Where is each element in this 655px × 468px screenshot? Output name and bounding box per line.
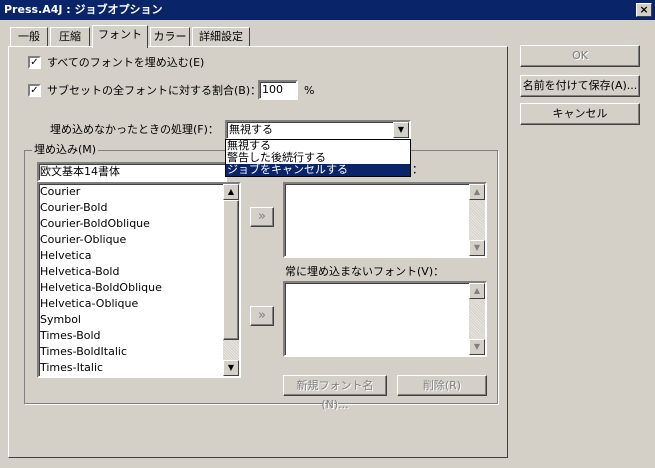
always-embed-list[interactable]: ▲ ▼ — [283, 182, 487, 258]
add-never-embed-button[interactable]: » — [250, 306, 274, 326]
embed-all-checkbox[interactable]: ✓ — [28, 56, 41, 69]
tab-compression[interactable]: 圧縮 — [50, 27, 90, 47]
embed-fail-dropdown: 無視する 警告した後続行する ジョブをキャンセルする — [225, 139, 411, 177]
new-font-name-button[interactable]: 新規フォント名(N)... — [283, 375, 387, 411]
subset-percent-input[interactable]: 100 — [258, 80, 298, 100]
scroll-down-icon[interactable]: ▼ — [469, 240, 485, 256]
font-list-scrollbar[interactable]: ▲ ▼ — [223, 184, 239, 376]
always-embed-scrollbar[interactable]: ▲ ▼ — [469, 184, 485, 256]
dropdown-option-cancel-job[interactable]: ジョブをキャンセルする — [226, 164, 410, 176]
font-set-select[interactable]: 欧文基本14書体 — [37, 162, 227, 182]
cancel-button[interactable]: キャンセル — [520, 103, 640, 125]
list-item[interactable]: Times-Italic — [39, 360, 221, 376]
scroll-up-icon[interactable]: ▲ — [469, 184, 485, 200]
tab-fonts[interactable]: フォント — [92, 25, 148, 48]
subset-checkbox[interactable]: ✓ — [28, 84, 41, 97]
add-always-embed-button[interactable]: » — [250, 207, 274, 227]
list-item[interactable]: Times-Bold — [39, 328, 221, 344]
list-item[interactable]: Helvetica-Oblique — [39, 296, 221, 312]
always-embed-label: ： — [412, 163, 423, 176]
dropdown-arrow-icon[interactable]: ▼ — [393, 122, 409, 138]
list-item[interactable]: Courier-Oblique — [39, 232, 221, 248]
list-item[interactable]: Times-BoldItalic — [39, 344, 221, 360]
delete-button[interactable]: 削除(R) — [397, 375, 487, 396]
list-item[interactable]: Courier — [39, 184, 221, 200]
window-title: Press.A4J : ジョブオプション — [4, 3, 163, 16]
list-item[interactable]: Helvetica-BoldOblique — [39, 280, 221, 296]
ok-button[interactable]: OK — [520, 45, 640, 67]
list-item[interactable]: Symbol — [39, 312, 221, 328]
subset-label: サブセットの全フォントに対する割合(B)： — [47, 84, 262, 97]
scroll-down-icon[interactable]: ▼ — [223, 360, 239, 376]
embed-fail-label: 埋め込めなかったときの処理(F)： — [50, 123, 219, 136]
list-item[interactable]: Helvetica-Bold — [39, 264, 221, 280]
close-button[interactable]: × — [636, 3, 652, 17]
font-list-items: Courier Courier-Bold Courier-BoldOblique… — [39, 184, 221, 376]
embed-group-legend: 埋め込み(M) — [32, 143, 99, 156]
never-embed-scrollbar[interactable]: ▲ ▼ — [469, 283, 485, 355]
list-item[interactable]: Helvetica — [39, 248, 221, 264]
never-embed-list[interactable]: ▲ ▼ — [283, 281, 487, 357]
tab-advanced[interactable]: 詳細設定 — [192, 27, 250, 47]
tab-general[interactable]: 一般 — [10, 27, 48, 47]
embed-fail-select[interactable]: 無視する ▼ — [225, 120, 411, 140]
scroll-up-icon[interactable]: ▲ — [469, 283, 485, 299]
scroll-thumb[interactable] — [223, 200, 239, 340]
tab-color[interactable]: カラー — [150, 27, 190, 47]
never-embed-label: 常に埋め込まないフォント(V)： — [285, 265, 445, 278]
font-list[interactable]: Courier Courier-Bold Courier-BoldOblique… — [37, 182, 241, 378]
list-item[interactable]: Courier-Bold — [39, 200, 221, 216]
embed-fail-selected: 無視する — [229, 123, 273, 136]
scroll-up-icon[interactable]: ▲ — [223, 184, 239, 200]
list-item[interactable]: Courier-BoldOblique — [39, 216, 221, 232]
title-bar: Press.A4J : ジョブオプション — [0, 0, 655, 20]
scroll-down-icon[interactable]: ▼ — [469, 339, 485, 355]
subset-percent-unit: % — [304, 84, 315, 97]
save-as-button[interactable]: 名前を付けて保存(A)... — [520, 75, 640, 97]
embed-all-label: すべてのフォントを埋め込む(E) — [47, 56, 205, 69]
